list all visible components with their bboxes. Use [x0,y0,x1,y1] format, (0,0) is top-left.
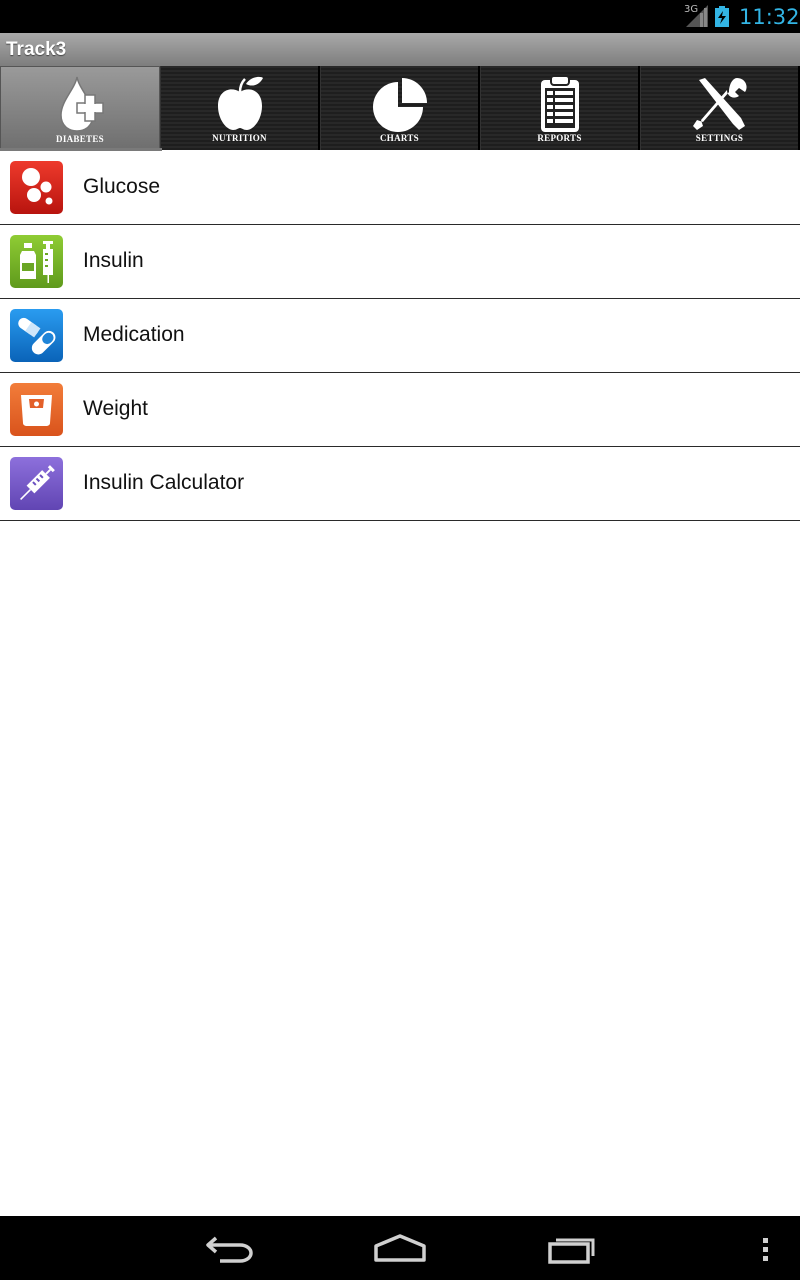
tab-label: SETTINGS [695,133,744,143]
home-icon[interactable] [370,1228,430,1268]
list-item-insulin-calculator[interactable]: Insulin Calculator [0,447,800,521]
scale-icon [10,383,63,436]
vial-syringe-icon [10,235,63,288]
app-title: Track3 [6,39,67,60]
tools-icon [692,78,747,130]
list-item-glucose[interactable]: Glucose [0,151,800,225]
tab-diabetes[interactable]: DIABETES [0,66,160,150]
clock: 11:32 [739,5,800,29]
tab-strip: DIABETES NUTRITION CHARTS REPORTS SETTIN… [0,66,800,150]
list-item-label: Medication [83,323,185,346]
list-item-label: Insulin Calculator [83,471,245,494]
app-title-bar: Track3 [0,33,800,66]
list-item-medication[interactable]: Medication [0,299,800,373]
diabetes-icon [60,76,104,132]
syringe-icon [10,457,63,510]
pie-chart-icon [372,78,427,132]
list-item-label: Insulin [83,249,144,272]
list-item-insulin[interactable]: Insulin [0,225,800,299]
list-item-label: Glucose [83,175,161,198]
tab-label: DIABETES [56,134,104,144]
list-item-weight[interactable]: Weight [0,373,800,447]
recents-icon[interactable] [542,1228,602,1268]
status-bar: 3G 11:32 [0,0,800,33]
system-nav-bar [0,1216,800,1280]
feature-list: Glucose Insulin Medication Weight Insuli… [0,151,800,521]
tab-label: CHARTS [380,133,419,143]
clipboard-icon [540,75,579,132]
overflow-menu-icon[interactable] [756,1228,776,1268]
tab-settings[interactable]: SETTINGS [640,66,800,150]
tab-label: REPORTS [537,133,582,143]
battery-charging-icon [715,6,729,27]
tab-reports[interactable]: REPORTS [480,66,640,150]
pills-icon [10,309,63,362]
tab-label: NUTRITION [212,133,267,143]
list-item-label: Weight [83,397,148,420]
apple-icon [217,76,263,130]
blood-drops-icon [10,161,63,214]
back-icon[interactable] [200,1228,260,1268]
screen: 3G 11:32 Track3 DIABETES NUTRITION CHART… [0,0,800,1280]
tab-nutrition[interactable]: NUTRITION [160,66,320,150]
tab-charts[interactable]: CHARTS [320,66,480,150]
signal-icon [686,5,708,27]
